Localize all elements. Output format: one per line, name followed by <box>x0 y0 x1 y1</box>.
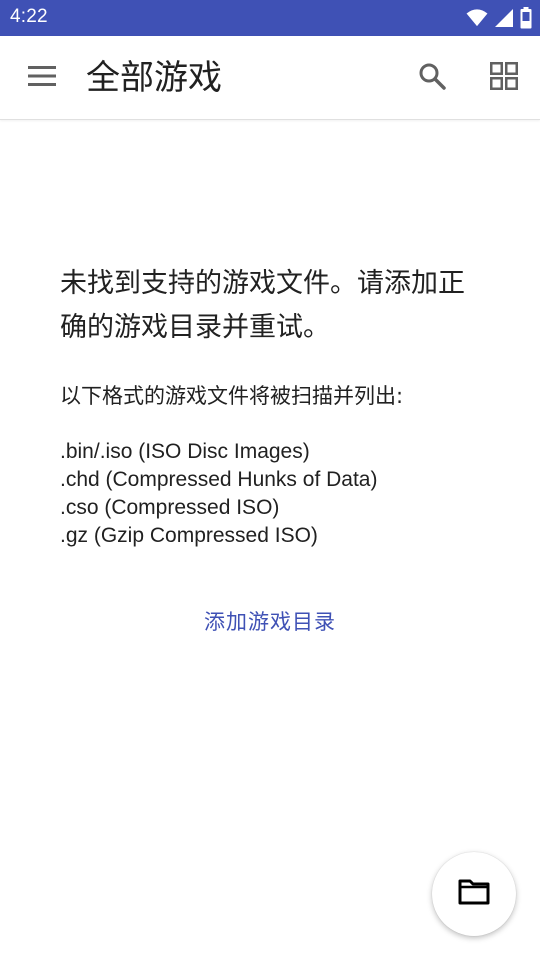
menu-icon <box>28 66 56 90</box>
status-time: 4:22 <box>10 6 48 27</box>
empty-state: 未找到支持的游戏文件。请添加正确的游戏目录并重试。 以下格式的游戏文件将被扫描并… <box>60 262 490 550</box>
battery-icon <box>520 7 532 29</box>
formats-list: .bin/.iso (ISO Disc Images) .chd (Compre… <box>60 438 490 550</box>
format-item: .gz (Gzip Compressed ISO) <box>60 524 318 547</box>
grid-view-icon <box>490 62 518 94</box>
app-bar: 全部游戏 <box>0 36 540 120</box>
formats-intro: 以下格式的游戏文件将被扫描并列出: <box>60 384 404 408</box>
format-item: .bin/.iso (ISO Disc Images) <box>60 440 310 463</box>
add-folder-fab[interactable] <box>432 852 516 936</box>
status-icons <box>466 7 532 29</box>
empty-state-message: 未找到支持的游戏文件。请添加正确的游戏目录并重试。 <box>60 268 465 343</box>
status-bar: 4:22 <box>0 0 540 36</box>
grid-view-button[interactable] <box>484 58 524 98</box>
add-game-directory-button[interactable]: 添加游戏目录 <box>0 606 540 636</box>
search-icon <box>418 62 446 94</box>
format-item: .chd (Compressed Hunks of Data) <box>60 468 378 491</box>
search-button[interactable] <box>412 58 452 98</box>
page-title: 全部游戏 <box>86 58 222 98</box>
menu-button[interactable] <box>22 58 62 98</box>
folder-icon <box>458 879 490 909</box>
format-item: .cso (Compressed ISO) <box>60 496 280 519</box>
signal-icon <box>494 8 514 28</box>
wifi-icon <box>466 8 488 28</box>
